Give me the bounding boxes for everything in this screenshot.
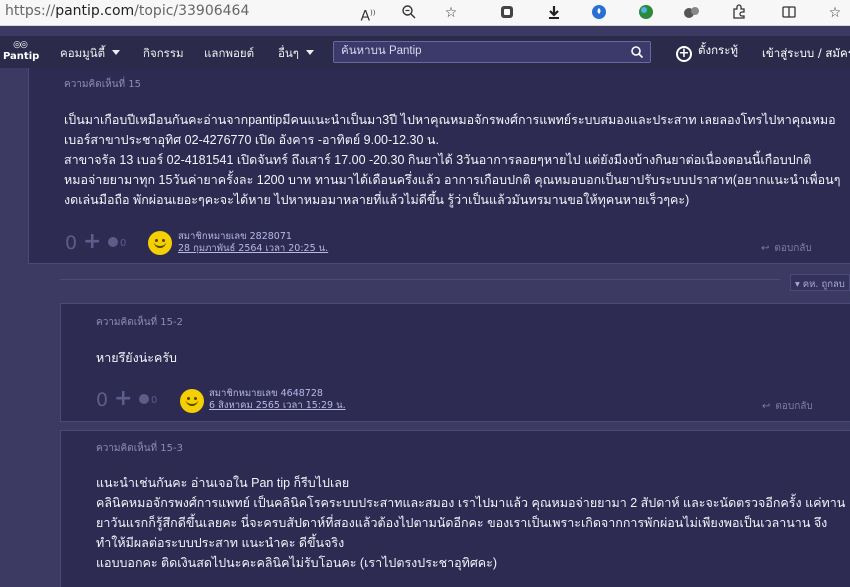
comment-date: 28 กุมภาพันธ์ 2564 เวลา 20:25 น.	[178, 243, 328, 254]
reply-icon: ↩	[762, 401, 771, 412]
create-topic-button[interactable]: + ตั้งกระทู้	[676, 42, 738, 62]
vote-count: 0	[65, 232, 78, 254]
comment-number: ความคิดเห็นที่ 15-3	[96, 443, 184, 454]
member-name[interactable]: สมาชิกหมายเลข 4648728	[209, 388, 323, 399]
comment-body-line: สาขาจรัล 13 เบอร์ 02-4181541 เปิดจันทร์ …	[64, 153, 812, 167]
logo-text: Pantip	[3, 51, 40, 62]
url-host: pantip.com	[55, 3, 135, 19]
comment-body-line: เป็นมาเกือบปีเหมือนกันคะอ่านจากpantipมีค…	[64, 113, 836, 127]
comment-number: ความคิดเห็นที่ 15-2	[96, 317, 184, 328]
reply-icon: ↩	[761, 243, 770, 254]
nav-activities[interactable]: กิจกรรม	[143, 45, 184, 63]
plus-circle-icon: +	[676, 46, 692, 62]
avatar-mouth	[154, 241, 166, 248]
reply-label: ตอบกลับ	[775, 401, 813, 412]
emotion-icon	[108, 237, 118, 247]
address-bar[interactable]: https://pantip.com/topic/33906464	[5, 3, 249, 19]
emotion-count: 0	[120, 238, 127, 249]
reply-label: ตอบกลับ	[774, 243, 812, 254]
login-register-button[interactable]: เข้าสู่ระบบ / สมัครส	[762, 45, 850, 63]
nav-others[interactable]: อื่นๆ	[278, 45, 314, 63]
read-aloud-icon[interactable]: A))	[359, 4, 377, 25]
comment-date-text: 28 กุมภาพันธ์ 2564 เวลา 20:25 น.	[178, 243, 329, 254]
extension-icon[interactable]	[498, 4, 516, 22]
deleted-comments-toggle[interactable]: ▾ คห. ถูกลบ	[790, 274, 850, 291]
extensions-puzzle-icon[interactable]	[730, 4, 748, 22]
search-icon[interactable]	[630, 45, 644, 59]
member-name[interactable]: สมาชิกหมายเลข 2828071	[178, 231, 292, 242]
vote-plus-icon[interactable]: +	[114, 386, 132, 411]
emotion-button[interactable]: 0	[139, 394, 157, 406]
comment-body-line: ทำให้มีผลต่อระบบประสาท แนะนำคะ ดีขึ้นจริ…	[96, 536, 345, 550]
nav-community-label: คอมมูนิตี้	[60, 46, 106, 60]
emotion-icon	[139, 394, 149, 404]
download-icon[interactable]	[545, 4, 563, 22]
comment-body-line: คลินิคหมอจักรพงศ์การแพทย์ เป็นคลินิคโรคร…	[96, 496, 846, 510]
pantip-logo[interactable]: ◎◎ Pantip	[3, 40, 40, 62]
comment-body-line: ยาวันแรกก็รู้สึกดีขึ้นเลยคะ นี่จะครบสัปด…	[96, 516, 828, 530]
avatar[interactable]	[148, 231, 172, 255]
nav-others-label: อื่นๆ	[278, 46, 299, 60]
comment-card: ความคิดเห็นที่ 15 เป็นมาเกือบปีเหมือนกัน…	[28, 68, 850, 264]
comment-body-line: หมอจ่ายยามาทุก 15วันค่ายาครั้งละ 1200 บา…	[64, 173, 841, 187]
avatar-mouth	[186, 399, 198, 406]
deleted-comments-label: คห. ถูกลบ	[802, 279, 845, 290]
vote-plus-icon[interactable]: +	[83, 229, 101, 254]
reply-button[interactable]: ↩ ตอบกลับ	[762, 399, 813, 414]
vpn-icon[interactable]	[590, 4, 608, 22]
vote-count: 0	[96, 389, 109, 411]
url-prefix: https://	[5, 3, 56, 19]
create-topic-label: ตั้งกระทู้	[698, 43, 738, 57]
reply-card: ความคิดเห็นที่ 15-2 หายรึยังน่ะครับ 0 + …	[60, 303, 850, 422]
comment-body-line: งดเล่นมือถือ พักผ่อนเยอะๆคะจะได้หาย ไปหา…	[64, 193, 690, 207]
chevron-down-icon	[305, 50, 314, 55]
search-input[interactable]	[341, 45, 621, 57]
profile-extension-icon[interactable]	[683, 4, 701, 22]
reply-button[interactable]: ↩ ตอบกลับ	[761, 241, 812, 256]
browser-toolbar: https://pantip.com/topic/33906464 A)) ☆ …	[0, 0, 850, 26]
comment-body: หายรึยังน่ะครับ	[96, 351, 177, 365]
split-screen-icon[interactable]	[780, 4, 798, 22]
comment-date: 6 สิงหาคม 2565 เวลา 15:29 น.	[209, 400, 346, 411]
reply-card: ความคิดเห็นที่ 15-3 แนะนำเช่นกันคะ อ่านเ…	[60, 430, 850, 587]
comment-body-line: แนะนำเช่นกันคะ อ่านเจอใน Pan tip ก็รีบไป…	[96, 476, 350, 490]
comment-body-line: เบอร์สาขาประชาอุทิศ 02-4276770 เปิด อังค…	[64, 133, 439, 147]
nav-community[interactable]: คอมมูนิตี้	[60, 45, 121, 63]
comment-number: ความคิดเห็นที่ 15	[64, 79, 142, 90]
emotion-count: 0	[151, 395, 158, 406]
chevron-down-icon: ▾	[795, 279, 803, 290]
favorite-star-icon[interactable]: ☆	[442, 4, 460, 22]
url-path: /topic/33906464	[134, 3, 250, 19]
divider	[60, 279, 780, 280]
chevron-down-icon	[112, 50, 121, 55]
site-navbar: ◎◎ Pantip คอมมูนิตี้ กิจกรรม แลกพอยต์ อื…	[0, 36, 850, 68]
avatar[interactable]	[180, 389, 204, 413]
favorites-icon[interactable]: ☆	[826, 4, 844, 22]
emotion-button[interactable]: 0	[108, 237, 126, 249]
comment-body-line: แอบบอกคะ ติดเงินสดไปนะคะคลินิคไม่รับโอนค…	[96, 556, 498, 570]
globe-extension-icon[interactable]	[637, 4, 655, 22]
search-box	[333, 41, 651, 63]
zoom-icon[interactable]	[400, 4, 418, 22]
logo-eyes-icon: ◎◎	[13, 40, 28, 50]
nav-exchange-points[interactable]: แลกพอยต์	[204, 45, 254, 63]
comment-date-text: 6 สิงหาคม 2565 เวลา 15:29 น.	[209, 400, 346, 411]
